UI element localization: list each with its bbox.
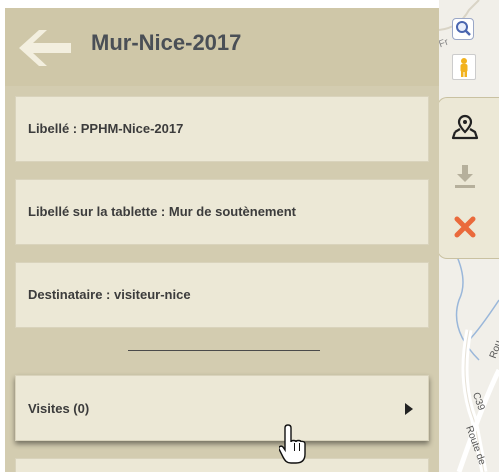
pegman-icon bbox=[460, 58, 468, 77]
tool-tray bbox=[437, 97, 499, 259]
back-button[interactable] bbox=[15, 26, 75, 70]
download-button[interactable] bbox=[438, 154, 499, 198]
chevron-right-icon bbox=[405, 403, 413, 415]
panel-header: Mur-Nice-2017 bbox=[5, 8, 439, 86]
field-libelle-tablette: Libellé sur la tablette : Mur de soutène… bbox=[15, 179, 429, 245]
close-icon bbox=[454, 216, 476, 238]
field-destinataire-text: Destinataire : visiteur-nice bbox=[28, 287, 191, 302]
divider bbox=[128, 350, 320, 351]
zoom-button[interactable] bbox=[452, 18, 474, 40]
visites-label: Visites (0) bbox=[28, 401, 90, 416]
close-button[interactable] bbox=[438, 204, 499, 248]
detail-panel: Mur-Nice-2017 Libellé : PPHM-Nice-2017 L… bbox=[5, 8, 439, 472]
field-libelle-tablette-text: Libellé sur la tablette : Mur de soutène… bbox=[28, 204, 296, 219]
back-arrow-icon bbox=[19, 30, 71, 66]
download-icon bbox=[455, 165, 475, 188]
street-view-button[interactable] bbox=[452, 54, 476, 80]
app-window: Rou C39 Route de Fr Mur-Nice-2017 Libell… bbox=[0, 0, 499, 472]
list-item[interactable] bbox=[15, 458, 429, 472]
page-title: Mur-Nice-2017 bbox=[91, 30, 242, 55]
field-libelle: Libellé : PPHM-Nice-2017 bbox=[15, 96, 429, 162]
hand-cursor-icon bbox=[279, 424, 306, 464]
map-marker-icon bbox=[451, 114, 479, 140]
visites-button[interactable]: Visites (0) bbox=[15, 375, 429, 441]
map-marker-button[interactable] bbox=[438, 104, 499, 148]
field-destinataire: Destinataire : visiteur-nice bbox=[15, 262, 429, 328]
field-libelle-text: Libellé : PPHM-Nice-2017 bbox=[28, 121, 184, 136]
zoom-icon bbox=[456, 21, 471, 36]
